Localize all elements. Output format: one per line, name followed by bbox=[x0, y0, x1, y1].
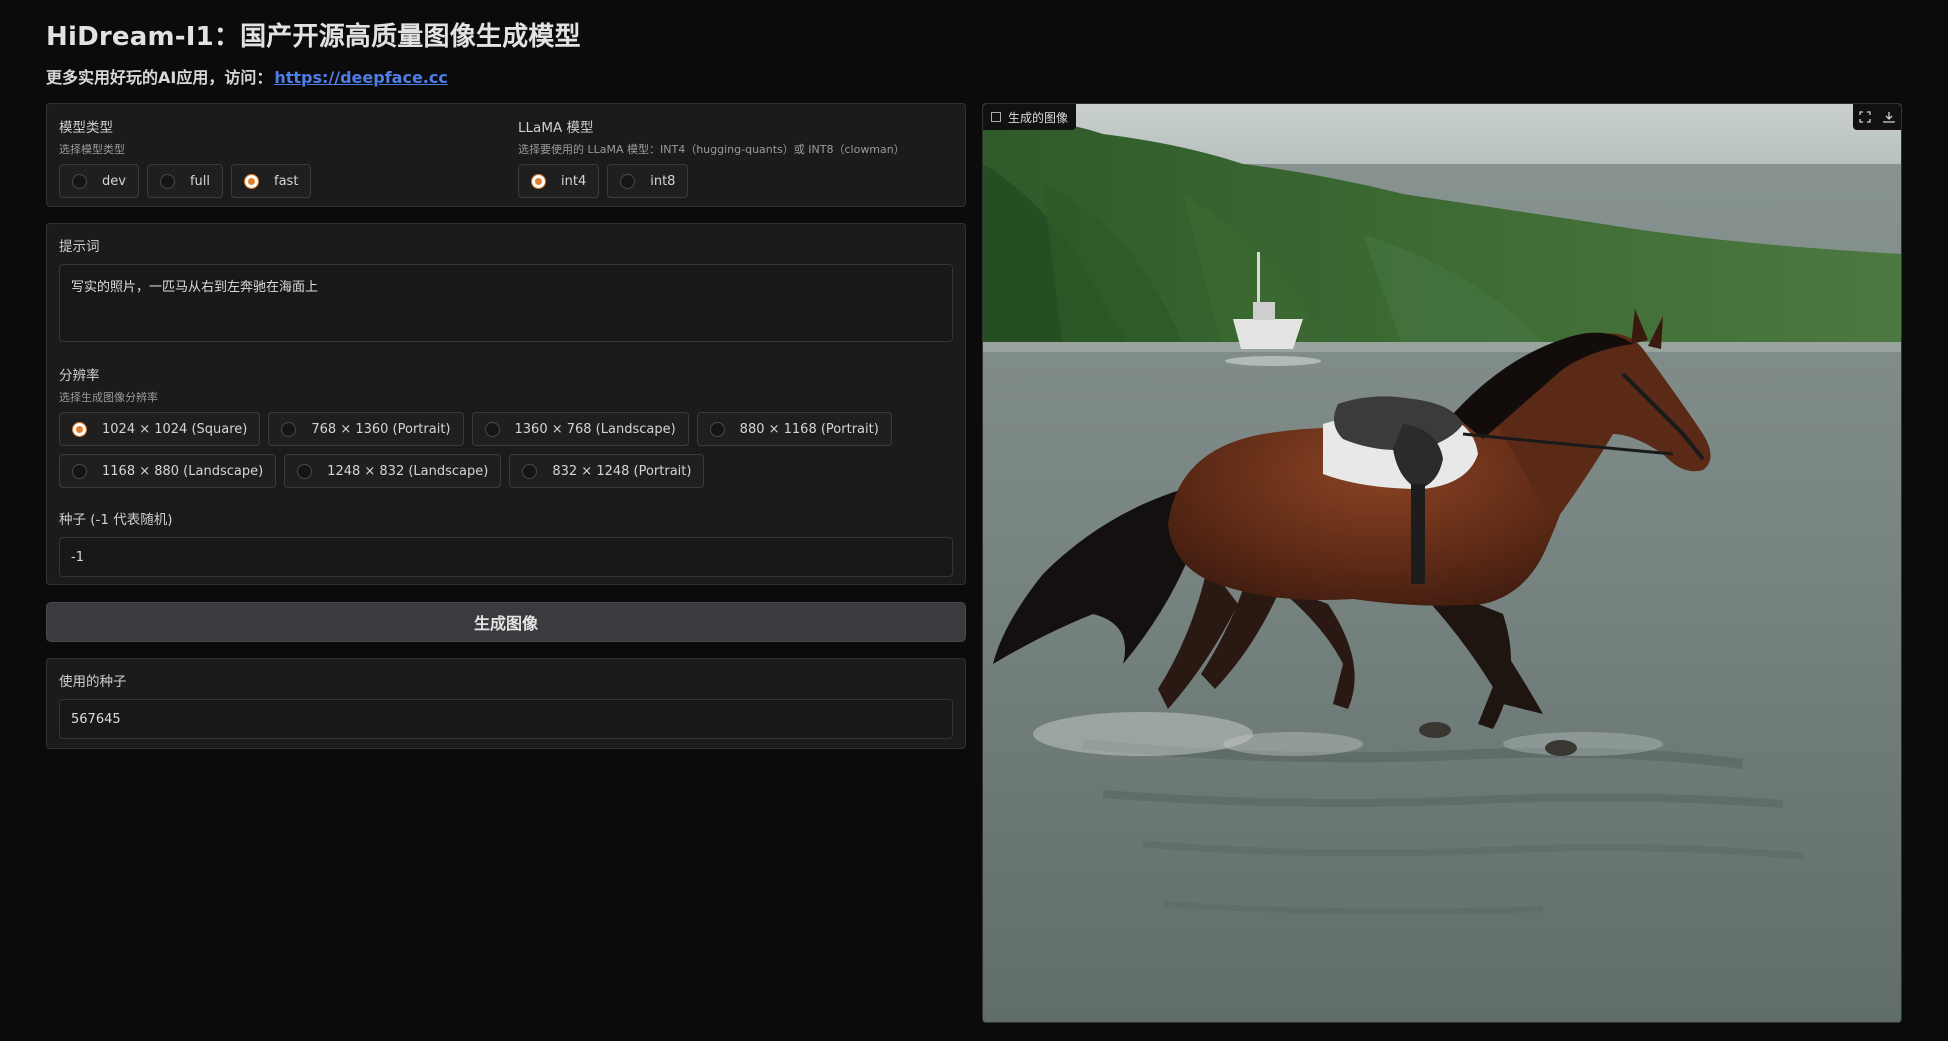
used-seed-label: 使用的种子 bbox=[59, 674, 127, 690]
output-image-label-badge: 生成的图像 bbox=[983, 104, 1077, 130]
app-page: HiDream-I1：国产开源高质量图像生成模型 更多实用好玩的AI应用，访问：… bbox=[0, 0, 1948, 1041]
radio-label: full bbox=[189, 173, 210, 189]
resolution-option-880x1168[interactable]: 880 × 1168 (Portrait) bbox=[696, 412, 892, 446]
llama-model-label: LLaMA 模型 bbox=[518, 120, 594, 136]
model-type-option-dev[interactable]: dev bbox=[59, 164, 139, 198]
model-type-label: 模型类型 bbox=[59, 120, 113, 136]
radio-label: 768 × 1360 (Portrait) bbox=[311, 421, 451, 437]
radio-label: int8 bbox=[650, 173, 676, 189]
llama-model-hint: 选择要使用的 LLaMA 模型：INT4（hugging-quants）或 IN… bbox=[518, 143, 905, 156]
radio-label: fast bbox=[274, 173, 299, 189]
generation-settings-panel: 提示词 写实的照片，一匹马从右到左奔驰在海面上 分辨率 选择生成图像分辨率 10… bbox=[46, 223, 966, 585]
radio-checked-icon bbox=[72, 421, 87, 437]
resolution-option-1168x880[interactable]: 1168 × 880 (Landscape) bbox=[59, 454, 277, 488]
resolution-option-832x1248[interactable]: 832 × 1248 (Portrait) bbox=[509, 454, 705, 488]
resolution-label: 分辨率 bbox=[59, 368, 100, 384]
resolution-hint: 选择生成图像分辨率 bbox=[59, 391, 158, 404]
page-subtitle: 更多实用好玩的AI应用，访问： https://deepface.cc bbox=[46, 64, 448, 88]
radio-icon bbox=[297, 463, 313, 479]
resolution-option-768x1360[interactable]: 768 × 1360 (Portrait) bbox=[268, 412, 464, 446]
model-type-radios: dev full fast bbox=[59, 164, 494, 198]
seed-label: 种子 (-1 代表随机) bbox=[59, 512, 173, 528]
model-settings-panel: 模型类型 选择模型类型 dev full fast LLaMA 模型 选择要使用… bbox=[46, 103, 966, 207]
radio-label: dev bbox=[102, 173, 126, 189]
radio-label: 1024 × 1024 (Square) bbox=[102, 421, 248, 437]
radio-icon bbox=[281, 421, 297, 437]
llama-option-int4[interactable]: int4 bbox=[518, 164, 600, 198]
model-type-option-full[interactable]: full bbox=[146, 164, 223, 198]
llama-option-int8[interactable]: int8 bbox=[607, 164, 689, 198]
generated-horse-image bbox=[983, 104, 1901, 1022]
radio-icon bbox=[484, 421, 500, 437]
subtitle-text: 更多实用好玩的AI应用，访问： bbox=[46, 68, 273, 87]
radio-label: int4 bbox=[561, 173, 587, 189]
radio-label: 1168 × 880 (Landscape) bbox=[102, 463, 264, 479]
resolution-option-1360x768[interactable]: 1360 × 768 (Landscape) bbox=[471, 412, 689, 446]
radio-label: 832 × 1248 (Portrait) bbox=[552, 463, 692, 479]
radio-label: 880 × 1168 (Portrait) bbox=[739, 421, 879, 437]
radio-icon bbox=[72, 463, 87, 479]
deepface-link[interactable]: https://deepface.cc bbox=[274, 68, 448, 87]
prompt-textarea[interactable]: 写实的照片，一匹马从右到左奔驰在海面上 bbox=[59, 264, 953, 342]
resolution-option-1248x832[interactable]: 1248 × 832 (Landscape) bbox=[284, 454, 502, 488]
radio-icon bbox=[159, 173, 175, 189]
radio-icon bbox=[709, 421, 725, 437]
radio-checked-icon bbox=[531, 173, 546, 189]
page-title: HiDream-I1：国产开源高质量图像生成模型 bbox=[46, 22, 581, 52]
prompt-label: 提示词 bbox=[59, 239, 100, 255]
generate-image-button[interactable]: 生成图像 bbox=[46, 602, 966, 642]
model-type-option-fast[interactable]: fast bbox=[231, 164, 312, 198]
llama-model-group: LLaMA 模型 选择要使用的 LLaMA 模型：INT4（hugging-qu… bbox=[506, 104, 965, 206]
model-type-group: 模型类型 选择模型类型 dev full fast bbox=[47, 104, 506, 206]
resolution-option-1024x1024[interactable]: 1024 × 1024 (Square) bbox=[59, 412, 261, 446]
model-type-hint: 选择模型类型 bbox=[59, 143, 125, 156]
used-seed-output: 567645 bbox=[59, 699, 953, 739]
radio-checked-icon bbox=[244, 173, 259, 189]
fullscreen-icon[interactable] bbox=[1853, 104, 1877, 130]
radio-icon bbox=[620, 173, 636, 189]
radio-label: 1248 × 832 (Landscape) bbox=[327, 463, 489, 479]
radio-icon bbox=[522, 463, 538, 479]
image-icon bbox=[991, 112, 1001, 122]
output-image-panel: 生成的图像 bbox=[982, 103, 1902, 1023]
controls-column: 模型类型 选择模型类型 dev full fast LLaMA 模型 选择要使用… bbox=[46, 103, 966, 749]
llama-model-radios: int4 int8 bbox=[518, 164, 953, 198]
image-actions bbox=[1853, 104, 1901, 130]
download-icon[interactable] bbox=[1877, 104, 1901, 130]
resolution-radios: 1024 × 1024 (Square) 768 × 1360 (Portrai… bbox=[59, 412, 953, 488]
used-seed-panel: 使用的种子 567645 bbox=[46, 658, 966, 749]
output-image-label: 生成的图像 bbox=[1008, 110, 1069, 125]
radio-icon bbox=[72, 173, 87, 189]
seed-input[interactable]: -1 bbox=[59, 537, 953, 577]
radio-label: 1360 × 768 (Landscape) bbox=[514, 421, 676, 437]
